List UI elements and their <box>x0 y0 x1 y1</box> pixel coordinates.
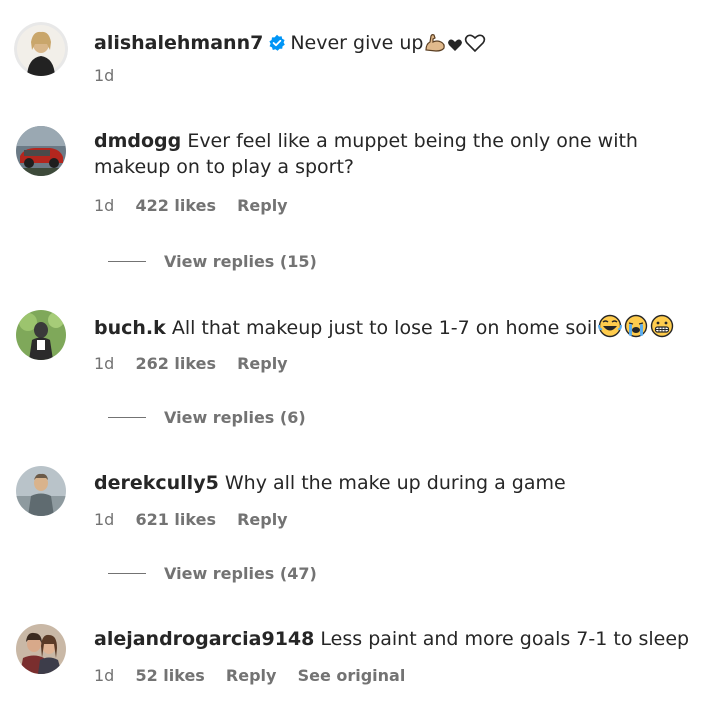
comment-line: buch.k All that makeup just to lose 1-7 … <box>94 314 704 345</box>
likes-count[interactable]: 422 likes <box>135 196 216 215</box>
black-heart-emoji <box>447 34 463 60</box>
reply-button[interactable]: Reply <box>237 196 288 215</box>
timestamp: 1d <box>94 666 115 685</box>
likes-count[interactable]: 52 likes <box>135 666 204 685</box>
grimacing-emoji <box>650 314 674 345</box>
comment-body: dmdogg Ever feel like a muppet being the… <box>94 128 694 180</box>
flexed-biceps-emoji <box>424 33 446 60</box>
view-replies-button[interactable]: View replies (15) <box>108 252 317 271</box>
avatar[interactable] <box>16 624 66 674</box>
replies-divider <box>108 417 146 418</box>
timestamp: 1d <box>94 354 115 373</box>
view-replies-button[interactable]: View replies (47) <box>108 564 317 583</box>
comment-meta: 1d 422 likes Reply <box>94 196 304 215</box>
view-replies-label: View replies (6) <box>164 408 306 427</box>
caption-meta: 1d <box>94 66 130 85</box>
username[interactable]: alishalehmann7 <box>94 32 263 54</box>
username[interactable]: derekcully5 <box>94 472 219 494</box>
view-replies-button[interactable]: View replies (6) <box>108 408 306 427</box>
comment-body: alejandrogarcia9148 Less paint and more … <box>94 626 694 652</box>
timestamp: 1d <box>94 510 115 529</box>
replies-divider <box>108 261 146 262</box>
loudly-crying-emoji <box>623 314 649 345</box>
view-replies-label: View replies (47) <box>164 564 317 583</box>
comment-line: alejandrogarcia9148 Less paint and more … <box>94 626 694 652</box>
likes-count[interactable]: 262 likes <box>135 354 216 373</box>
timestamp: 1d <box>94 66 115 85</box>
comment-text: Less paint and more goals 7-1 to sleep <box>320 628 690 650</box>
replies-divider <box>108 573 146 574</box>
comment-line: derekcully5 Why all the make up during a… <box>94 470 694 496</box>
caption-body: alishalehmann7 Never give up <box>94 30 694 60</box>
see-original-button[interactable]: See original <box>298 666 406 685</box>
comment-meta: 1d 52 likes Reply See original <box>94 666 421 685</box>
avatar[interactable] <box>16 126 66 176</box>
username[interactable]: alejandrogarcia9148 <box>94 628 314 650</box>
comment-meta: 1d 621 likes Reply <box>94 510 304 529</box>
reply-button[interactable]: Reply <box>237 510 288 529</box>
comment-body: buch.k All that makeup just to lose 1-7 … <box>94 314 704 345</box>
comment-meta: 1d 262 likes Reply <box>94 354 304 373</box>
username[interactable]: dmdogg <box>94 130 181 152</box>
avatar[interactable] <box>16 466 66 516</box>
tears-of-joy-emoji <box>598 314 623 345</box>
avatar[interactable] <box>14 22 68 76</box>
reply-button[interactable]: Reply <box>237 354 288 373</box>
comment-body: derekcully5 Why all the make up during a… <box>94 470 694 496</box>
likes-count[interactable]: 621 likes <box>135 510 216 529</box>
caption-line: alishalehmann7 Never give up <box>94 30 694 60</box>
comment-line: dmdogg Ever feel like a muppet being the… <box>94 128 694 180</box>
timestamp: 1d <box>94 196 115 215</box>
white-heart-emoji <box>464 33 486 60</box>
reply-button[interactable]: Reply <box>226 666 277 685</box>
view-replies-label: View replies (15) <box>164 252 317 271</box>
comment-text: Why all the make up during a game <box>224 472 566 494</box>
caption-text: Never give up <box>290 32 424 54</box>
comment-text: All that makeup just to lose 1-7 on home… <box>171 317 598 339</box>
username[interactable]: buch.k <box>94 317 166 339</box>
verified-badge-icon <box>268 33 286 59</box>
avatar[interactable] <box>16 310 66 360</box>
